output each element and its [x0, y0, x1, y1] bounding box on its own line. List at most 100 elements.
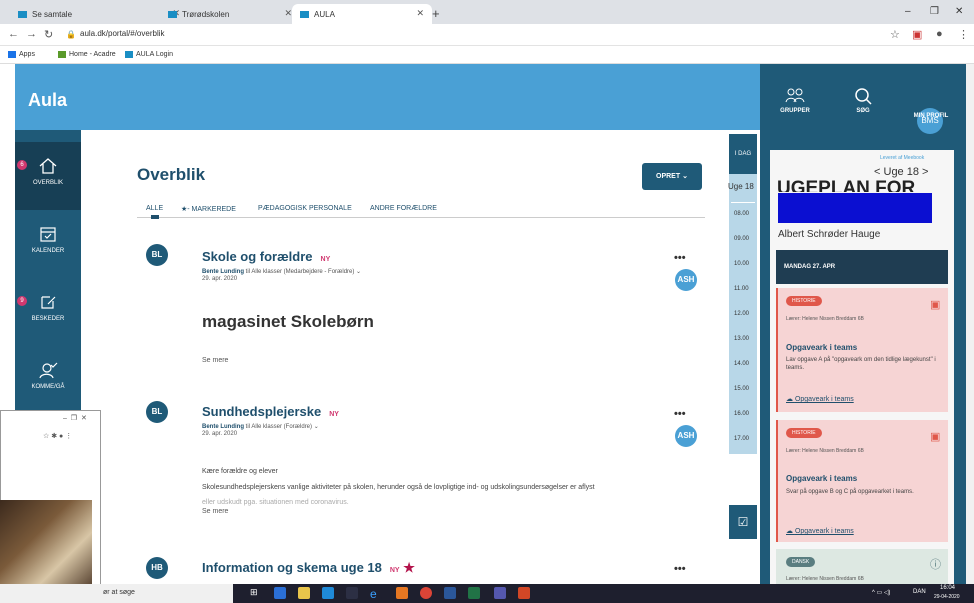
active-filter-indicator — [151, 215, 159, 219]
app-icon[interactable] — [346, 587, 358, 599]
lesson-link[interactable]: ☁ Opgaveark i teams — [786, 395, 854, 403]
app-icon[interactable] — [396, 587, 408, 599]
toolbar-icons[interactable]: ☆ ✱ ● ⋮ — [43, 432, 72, 440]
tab-trorodskolen[interactable]: Trørødskolen ✕ — [160, 4, 300, 24]
sidebar-item-kalender[interactable]: KALENDER — [15, 210, 81, 278]
clock-time[interactable]: 16:04 — [940, 585, 955, 591]
avatar: BL — [146, 401, 168, 423]
app-icon[interactable] — [274, 587, 286, 599]
post-body-line: Skolesundhedsplejerskens vanlige aktivit… — [202, 484, 595, 491]
groups-button[interactable]: GRUPPER — [778, 86, 812, 114]
filter-divider — [137, 217, 705, 218]
close-icon[interactable]: ✕ — [284, 8, 292, 19]
mail-icon[interactable] — [322, 587, 334, 599]
aula-logo[interactable]: Aula — [28, 90, 67, 111]
calendar-add-icon[interactable]: ▣ — [930, 298, 940, 311]
see-more-link[interactable]: Se mere — [202, 357, 228, 364]
close-icon[interactable]: ✕ — [416, 8, 424, 19]
language-indicator[interactable]: DAN — [913, 589, 926, 595]
maximize-icon[interactable]: ❐ — [930, 6, 939, 17]
word-icon[interactable] — [444, 587, 456, 599]
post-title[interactable]: Skole og forældre NY — [202, 249, 330, 264]
edge-icon[interactable]: e — [370, 587, 382, 601]
account-icon[interactable]: ● — [936, 28, 943, 40]
avatar: ASH — [675, 269, 697, 291]
chevron-left-icon[interactable]: < — [874, 166, 880, 178]
post-title[interactable]: Sundhedsplejerske NY — [202, 404, 339, 419]
window-close-icon[interactable]: ✕ — [955, 6, 963, 17]
post-title[interactable]: Information og skema uge 18 NY ★ — [202, 560, 415, 576]
aula-favicon-icon — [18, 10, 27, 18]
filter-alle[interactable]: ALLE — [146, 205, 163, 212]
filter-andre-foraeldre[interactable]: ANDRE FORÆLDRE — [370, 205, 437, 212]
chevron-down-icon[interactable]: ⌄ — [356, 269, 361, 275]
acadre-icon — [58, 51, 66, 58]
excel-icon[interactable] — [468, 587, 480, 599]
bookmarks-bar: Apps Home - Acadre AULA Login — [0, 46, 974, 64]
forward-icon[interactable]: → — [26, 28, 37, 40]
post-content-heading: magasinet Skolebørn — [202, 312, 374, 331]
more-options-icon[interactable]: ••• — [674, 252, 686, 264]
apps-icon — [8, 51, 16, 58]
file-explorer-icon[interactable] — [298, 587, 310, 599]
groups-icon — [785, 88, 805, 103]
tab-aula[interactable]: AULA ✕ — [292, 4, 432, 24]
lesson-text: Svar på opgave B og C på opgavearket i t… — [786, 489, 914, 495]
powerpoint-icon[interactable] — [518, 587, 530, 599]
avatar[interactable]: BMS — [917, 108, 943, 134]
url-field[interactable]: aula.dk/portal/#/overblik — [80, 29, 165, 38]
teacher-label: Lærer: Helene Nissen Breddam 6B — [786, 316, 864, 322]
post-meta: Bente Lunding til Alle klasser (Medarbej… — [202, 269, 362, 275]
home-icon — [39, 158, 57, 174]
taskbar-search[interactable]: ør at søge — [0, 584, 233, 603]
bookmark-acadre[interactable]: Home - Acadre — [58, 51, 116, 58]
extension-icon[interactable]: ▣ — [912, 28, 922, 41]
back-icon[interactable]: ← — [8, 28, 19, 40]
new-tab-icon[interactable]: + — [432, 6, 440, 21]
calendar-add-icon[interactable]: ▣ — [930, 430, 940, 443]
bookmark-aula-login[interactable]: AULA Login — [125, 51, 173, 58]
see-more-link[interactable]: Se mere — [202, 508, 228, 515]
task-view-icon[interactable]: ⊞ — [250, 587, 262, 599]
hour-label: 11.00 — [734, 286, 749, 292]
search-button[interactable]: SØG — [848, 86, 878, 114]
chevron-right-icon[interactable]: > — [922, 166, 928, 178]
message-icon — [41, 296, 56, 309]
aula-favicon-icon — [125, 51, 133, 58]
sidebar-item-overblik[interactable]: OVERBLIK — [15, 142, 81, 210]
reload-icon[interactable]: ↻ — [44, 28, 53, 41]
calendar-icon — [40, 227, 56, 242]
week-nav: < Uge 18 > — [874, 166, 929, 178]
calendar-icon[interactable]: ☑ — [729, 505, 757, 539]
filter-paedagogisk[interactable]: PÆDAGOGISK PERSONALE — [258, 205, 352, 212]
minimize-icon[interactable]: – — [905, 6, 911, 17]
lesson-link[interactable]: ☁ Opgaveark i teams — [786, 527, 854, 535]
sidebar-item-beskeder[interactable]: BESKEDER — [15, 278, 81, 346]
sidebar-item-komme-ga[interactable]: KOMME/GÅ — [15, 346, 81, 414]
star-icon[interactable]: ☆ — [890, 28, 900, 41]
profile-label[interactable]: MIN PROFIL — [906, 113, 956, 119]
chevron-down-icon[interactable]: ⌄ — [314, 424, 319, 430]
scrollbar[interactable] — [966, 64, 974, 584]
star-icon[interactable]: ★ — [403, 560, 415, 575]
new-badge: NY — [389, 567, 400, 574]
more-options-icon[interactable]: ••• — [674, 563, 686, 575]
new-badge: NY — [320, 256, 331, 263]
opret-button[interactable]: OPRET ⌄ — [642, 163, 702, 190]
clock-date[interactable]: 29-04-2020 — [934, 594, 960, 600]
bookmark-apps[interactable]: Apps — [8, 51, 35, 58]
browser-tab-bar: Se samtale✕ Trørødskolen✕ AULA✕ + – ❐ ✕ — [0, 0, 974, 24]
menu-icon[interactable]: ⋮ — [958, 28, 969, 41]
tray-icons[interactable]: ^ ▭ ◁) — [872, 589, 890, 596]
teams-icon[interactable] — [494, 587, 506, 599]
window-controls-icon[interactable]: – ❐ ✕ — [63, 414, 87, 422]
more-options-icon[interactable]: ••• — [674, 408, 686, 420]
today-button[interactable]: I DAG — [729, 134, 757, 174]
redaction-box — [778, 193, 932, 223]
filter-markerede[interactable]: ★- MARKEREDE — [181, 205, 236, 213]
avatar: HB — [146, 557, 168, 579]
info-icon[interactable]: ⓘ — [930, 556, 941, 572]
chrome-icon[interactable] — [420, 587, 432, 599]
post-body-line: eller udskudt pga. situationen med coron… — [202, 499, 349, 506]
school-favicon-icon — [168, 10, 177, 18]
